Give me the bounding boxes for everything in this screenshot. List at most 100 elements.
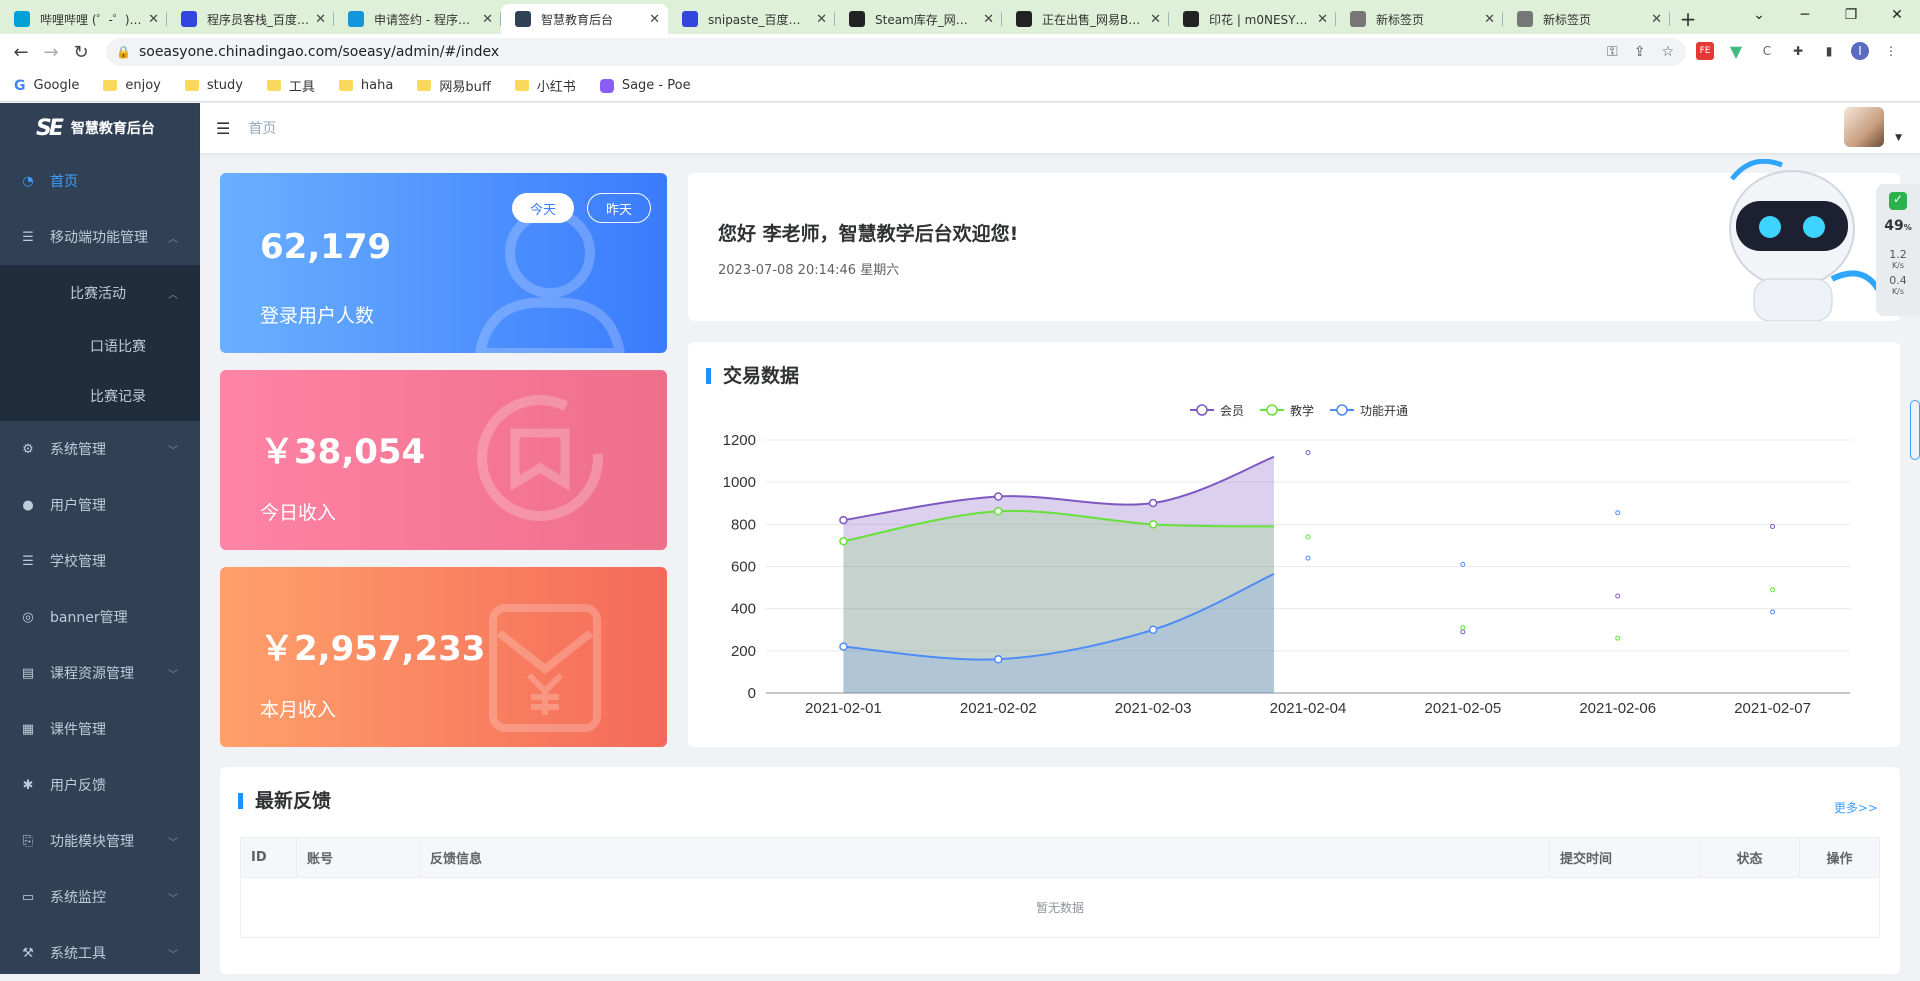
star-icon[interactable]: ☆: [1661, 44, 1674, 60]
x-tick-label: 2021-02-02: [960, 700, 1037, 717]
tab-favicon-icon: [515, 11, 531, 27]
bookmark-item[interactable]: 工具: [266, 76, 315, 95]
data-point: [994, 492, 1003, 501]
tab-close-icon[interactable]: ✕: [816, 12, 827, 27]
forward-icon[interactable]: →: [36, 42, 66, 63]
browser-tab[interactable]: Steam库存_网易BUFF ✕: [835, 4, 1002, 34]
reload-icon[interactable]: ↻: [66, 42, 96, 63]
tab-close-icon[interactable]: ✕: [649, 12, 660, 27]
bookmark-item[interactable]: G Google: [14, 78, 79, 94]
sidebar-item-modules[interactable]: ⎘ 功能模块管理 ﹀: [0, 813, 200, 869]
bookmark-item[interactable]: study: [184, 78, 243, 93]
sidebar-item-home[interactable]: ◔ 首页: [0, 153, 200, 209]
browser-tab[interactable]: 申请签约 - 程序员客栈 ✕: [334, 4, 501, 34]
sidebar-item-contest[interactable]: 比赛活动 ︿: [0, 265, 200, 321]
page-scrollbar[interactable]: [1910, 400, 1920, 460]
avatar[interactable]: [1844, 107, 1884, 147]
data-point: [1615, 593, 1621, 599]
tab-close-icon[interactable]: ✕: [148, 12, 159, 27]
url-field[interactable]: 🔒 soeasyone.chinadingao.com/soeasy/admin…: [106, 38, 1686, 66]
browser-tab[interactable]: 新标签页 ✕: [1503, 4, 1670, 34]
sidebar-item-record[interactable]: 比赛记录: [0, 371, 200, 421]
close-window-button[interactable]: ✕: [1874, 0, 1920, 30]
tab-favicon-icon: [348, 11, 364, 27]
chevron-down-icon: ﹀: [168, 669, 178, 681]
sidebar-item-monitor[interactable]: ▭ 系统监控 ﹀: [0, 869, 200, 925]
sidebar-item-label: 首页: [50, 174, 78, 190]
new-tab-button[interactable]: +: [1670, 4, 1706, 34]
browser-tab[interactable]: 正在出售_网易BUFF ✕: [1002, 4, 1169, 34]
app-header: ☰ 首页 ▼: [200, 103, 1920, 153]
tab-title: 新标签页: [1376, 12, 1425, 27]
sidebar-item-label: 口语比赛: [90, 339, 146, 355]
breadcrumb[interactable]: 首页: [248, 118, 276, 138]
today-button[interactable]: 今天: [512, 193, 575, 223]
yesterday-button[interactable]: 昨天: [587, 193, 652, 223]
bookmark-item[interactable]: haha: [338, 78, 393, 93]
bookmark-item[interactable]: Sage - Poe: [599, 78, 691, 93]
x-tick-label: 2021-02-03: [1115, 700, 1192, 717]
wallet-circle-icon: [477, 395, 603, 521]
tab-close-icon[interactable]: ✕: [1150, 12, 1161, 27]
sidebar-item-feedback[interactable]: ✱ 用户反馈: [0, 757, 200, 813]
browser-menu-icon[interactable]: ⋮: [1882, 42, 1900, 60]
restore-button[interactable]: ❐: [1828, 0, 1874, 30]
tab-favicon-icon: [14, 11, 30, 27]
browser-tab[interactable]: 哔哩哔哩 (゜-゜)つロ ✕: [0, 4, 167, 34]
data-point: [994, 655, 1003, 664]
brand[interactable]: SE 智慧教育后台: [0, 103, 200, 153]
chevron-down-icon: ﹀: [168, 837, 178, 849]
bookmark-item[interactable]: 小红书: [514, 76, 576, 95]
sidebar-item-users[interactable]: ● 用户管理: [0, 477, 200, 533]
sidebar-item-course[interactable]: ▤ 课程资源管理 ﹀: [0, 645, 200, 701]
poe-icon: [599, 78, 614, 93]
sidebar-item-oral[interactable]: 口语比赛: [0, 321, 200, 371]
tab-close-icon[interactable]: ✕: [983, 12, 994, 27]
browser-tab[interactable]: 程序员客栈_百度搜索 ✕: [167, 4, 334, 34]
hamburger-icon[interactable]: ☰: [216, 119, 230, 138]
tab-close-icon[interactable]: ✕: [1651, 12, 1662, 27]
transaction-chart[interactable]: 0 200 400 600 800 1000 1200 2021-02-01 2021-02-0…: [688, 342, 1900, 747]
sidebar-item-courseware[interactable]: ▦ 课件管理: [0, 701, 200, 757]
sidebar-item-system[interactable]: ⚙ 系统管理 ﹀: [0, 421, 200, 477]
bookmark-item[interactable]: 网易buff: [417, 76, 491, 95]
google-icon: G: [14, 77, 26, 94]
sidebar-item-tools[interactable]: ⚒ 系统工具 ﹀: [0, 925, 200, 981]
sidebar-item-banner[interactable]: ◎ banner管理: [0, 589, 200, 645]
empty-text: 暂无数据: [240, 877, 1880, 938]
transaction-chart-panel: 交易数据 0 200 400 600 800 1000 1200 2021-02-01 2021…: [688, 342, 1900, 747]
sidepanel-icon[interactable]: ▮: [1820, 42, 1838, 60]
url-text: soeasyone.chinadingao.com/soeasy/admin/#…: [138, 44, 500, 60]
extension-c-icon[interactable]: C: [1758, 42, 1776, 60]
login-users-card: 今天 昨天 62,179 登录用户人数: [220, 173, 667, 353]
browser-tab[interactable]: 印花 | m0NESY (全息) ✕: [1169, 4, 1336, 34]
extensions-puzzle-icon[interactable]: ✚: [1789, 42, 1807, 60]
key-icon[interactable]: ⚿: [1607, 44, 1618, 60]
data-point: [1770, 523, 1776, 529]
back-icon[interactable]: ←: [6, 42, 36, 63]
sidebar-item-mobile[interactable]: ☰ 移动端功能管理 ︿: [0, 209, 200, 265]
profile-icon[interactable]: I: [1851, 42, 1869, 60]
more-link[interactable]: 更多>>: [1834, 799, 1878, 816]
browser-tab[interactable]: 智慧教育后台 ✕: [501, 4, 668, 34]
bookmark-item[interactable]: enjoy: [103, 78, 161, 93]
sidebar-item-label: banner管理: [50, 610, 128, 626]
tab-close-icon[interactable]: ✕: [482, 12, 493, 27]
data-point: [1305, 450, 1311, 456]
tab-search-icon[interactable]: ⌄: [1736, 0, 1782, 30]
share-icon[interactable]: ⇪: [1634, 44, 1646, 60]
tab-close-icon[interactable]: ✕: [315, 12, 326, 27]
tab-close-icon[interactable]: ✕: [1484, 12, 1495, 27]
bookmark-label: Google: [33, 78, 80, 93]
tab-favicon-icon: [1517, 11, 1533, 27]
table-header-cell: 反馈信息: [419, 837, 1550, 878]
minimize-button[interactable]: ─: [1782, 0, 1828, 30]
caret-down-icon[interactable]: ▼: [1895, 133, 1902, 143]
vue-devtools-icon[interactable]: ▼: [1727, 42, 1745, 61]
tab-close-icon[interactable]: ✕: [1317, 12, 1328, 27]
browser-tab[interactable]: snipaste_百度搜索 ✕: [668, 4, 835, 34]
data-point: [1770, 587, 1776, 593]
browser-tab[interactable]: 新标签页 ✕: [1336, 4, 1503, 34]
extension-fe-icon[interactable]: FE: [1696, 42, 1714, 60]
sidebar-item-school[interactable]: ☰ 学校管理: [0, 533, 200, 589]
